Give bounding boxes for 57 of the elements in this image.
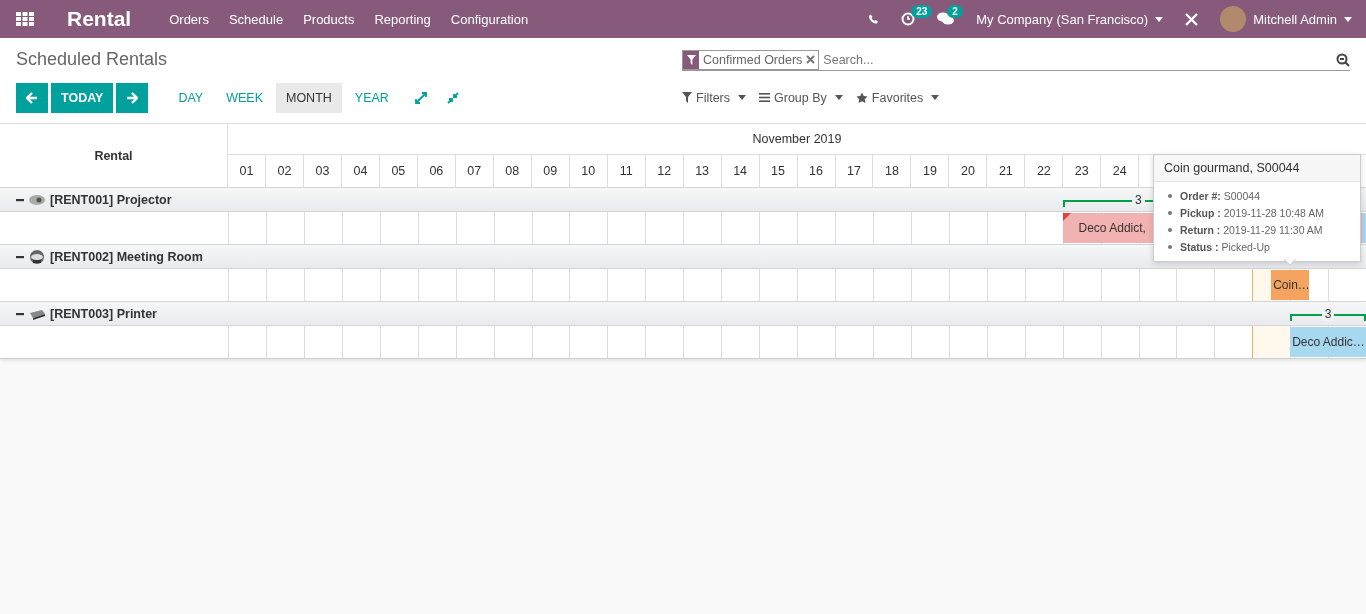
scale-tab[interactable]: MONTH [276, 82, 342, 113]
day-label: 10 [581, 164, 596, 178]
product-name: [RENT001] Projector [50, 192, 172, 207]
message-count: 2 [947, 5, 963, 18]
day-label: 19 [922, 164, 937, 178]
today-button[interactable]: TODAY [51, 82, 114, 113]
search-menu-button[interactable]: Favorites [855, 90, 940, 105]
day-label: 20 [960, 164, 975, 178]
day-label: 24 [1112, 164, 1127, 178]
day-label: 22 [1036, 164, 1051, 178]
day-label: 03 [315, 164, 330, 178]
menu-item[interactable]: Products [303, 11, 355, 27]
tooltip-line: Status : Picked-Up [1180, 239, 1270, 254]
scale-tab[interactable]: YEAR [344, 82, 399, 113]
menu-item[interactable]: Schedule [228, 11, 284, 27]
day-label: 15 [771, 164, 785, 178]
day-label: 07 [467, 164, 482, 178]
day-label: 06 [429, 164, 444, 178]
menu-item[interactable]: Configuration [450, 11, 529, 27]
day-label: 23 [1074, 164, 1089, 178]
notification-count: 23 [911, 5, 933, 18]
day-label: 14 [733, 164, 748, 178]
scale-tab[interactable]: DAY [168, 82, 214, 113]
menu-item[interactable]: Orders [169, 11, 209, 27]
day-label: 01 [239, 164, 254, 178]
day-label: 08 [505, 164, 520, 178]
day-label: 11 [619, 164, 633, 178]
scale-tab[interactable]: WEEK [216, 82, 273, 113]
day-label: 05 [391, 164, 406, 178]
day-label: 17 [847, 164, 861, 178]
page-title: Scheduled Rentals [16, 49, 169, 71]
rental-pill[interactable]: Coin… [1271, 270, 1310, 300]
app-title: Rental [67, 7, 132, 31]
group-header[interactable]: [RENT001] Projector [0, 188, 228, 211]
rental-pill[interactable]: Deco Addic… [1290, 327, 1366, 357]
total-bracket: 3 [1290, 307, 1366, 321]
search-menu-button[interactable]: Filters [682, 90, 747, 105]
filter-facet[interactable]: Confirmed Orders [682, 49, 820, 70]
tooltip-title: Coin gourmand, S00044 [1154, 155, 1360, 182]
search-menu-button[interactable]: Group By [759, 90, 843, 105]
day-label: 18 [885, 164, 899, 178]
day-label: 21 [998, 164, 1013, 178]
day-label: 04 [353, 164, 368, 178]
day-label: 13 [695, 164, 710, 178]
product-name: [RENT002] Meeting Room [50, 249, 203, 264]
product-name: [RENT003] Printer [50, 306, 157, 321]
day-label: 12 [657, 164, 672, 178]
menu-item[interactable]: Reporting [374, 11, 431, 27]
company-switcher[interactable]: My Company (San Francisco) [976, 11, 1164, 27]
day-label: 09 [543, 164, 558, 178]
group-header[interactable]: [RENT003] Printer [0, 302, 228, 325]
day-label: 16 [809, 164, 823, 178]
tooltip-line: Return : 2019-11-29 11:30 AM [1180, 222, 1323, 237]
tooltip-line: Pickup : 2019-11-28 10:48 AM [1180, 205, 1324, 220]
group-header[interactable]: [RENT002] Meeting Room [0, 245, 228, 268]
user-menu[interactable]: Mitchell Admin [1220, 6, 1352, 32]
day-label: 02 [277, 164, 292, 178]
